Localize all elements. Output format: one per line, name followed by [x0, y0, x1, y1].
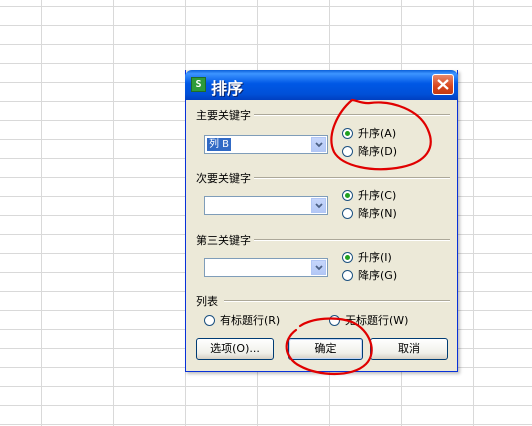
no-header-label: 无标题行(W)	[345, 314, 409, 327]
options-button[interactable]: 选项(O)...	[196, 338, 274, 360]
chevron-down-icon	[315, 142, 323, 148]
secondary-ascending-label: 升序(C)	[358, 189, 397, 202]
close-button[interactable]	[432, 74, 454, 95]
third-descending-label: 降序(G)	[358, 269, 398, 282]
chevron-down-icon	[315, 203, 323, 209]
radio-indicator	[342, 146, 353, 157]
third-key-select[interactable]	[204, 258, 328, 277]
radio-selected-indicator	[342, 128, 353, 139]
secondary-key-select[interactable]	[204, 196, 328, 215]
close-icon	[437, 79, 449, 90]
wps-spreadsheet-icon: S	[191, 77, 206, 92]
secondary-descending-label: 降序(N)	[358, 207, 397, 220]
primary-key-divider	[254, 114, 450, 116]
dialog-title: 排序	[211, 79, 244, 98]
has-header-label: 有标题行(R)	[220, 314, 281, 327]
radio-indicator	[329, 315, 340, 326]
third-key-value	[207, 261, 211, 274]
cancel-button[interactable]: 取消	[370, 338, 448, 360]
secondary-key-label: 次要关键字	[196, 172, 251, 185]
radio-selected-indicator	[342, 190, 353, 201]
chevron-down-icon	[315, 265, 323, 271]
secondary-key-value	[207, 199, 211, 212]
third-ascending-label: 升序(I)	[358, 251, 392, 264]
primary-key-select[interactable]: 列 B	[204, 135, 328, 154]
secondary-key-dropdown-button[interactable]	[311, 198, 326, 213]
third-key-dropdown-button[interactable]	[311, 260, 326, 275]
radio-selected-indicator	[342, 252, 353, 263]
ok-button[interactable]: 确定	[288, 338, 363, 360]
primary-key-dropdown-button[interactable]	[311, 137, 326, 152]
primary-ascending-label: 升序(A)	[358, 127, 397, 140]
primary-key-label: 主要关键字	[196, 109, 251, 122]
list-divider	[224, 300, 450, 302]
primary-descending-label: 降序(D)	[358, 145, 398, 158]
radio-indicator	[204, 315, 215, 326]
radio-indicator	[342, 208, 353, 219]
sort-dialog: S 排序 主要关键字 列 B 升序(A) 降序(D) 次要关键字 升序(C) 降…	[185, 70, 458, 372]
third-key-label: 第三关键字	[196, 234, 251, 247]
third-key-divider	[254, 239, 450, 241]
dialog-titlebar[interactable]: S 排序	[185, 70, 458, 100]
list-label: 列表	[196, 295, 218, 308]
radio-indicator	[342, 270, 353, 281]
primary-key-value: 列 B	[207, 138, 232, 151]
secondary-key-divider	[254, 177, 450, 179]
